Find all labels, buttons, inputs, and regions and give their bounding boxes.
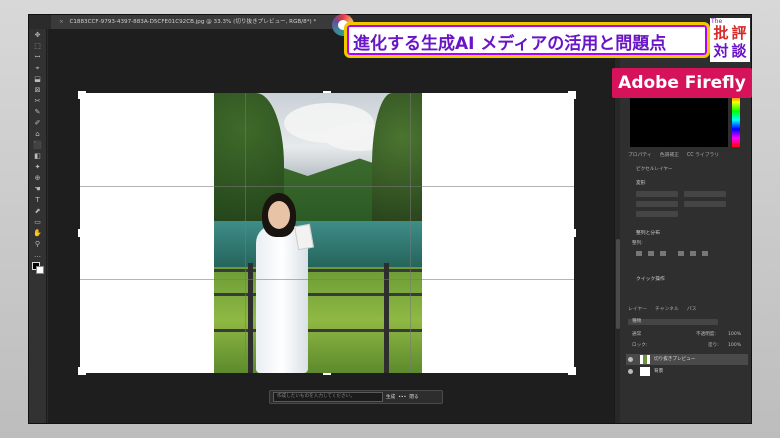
- corner-kanji: 談: [731, 42, 747, 60]
- person-face: [268, 201, 290, 229]
- layer-row[interactable]: 背景: [626, 366, 748, 377]
- fence-rail: [214, 329, 422, 332]
- history-brush-icon[interactable]: ⬛: [33, 141, 43, 149]
- object-select-tool-icon[interactable]: ⌖: [33, 64, 43, 72]
- height-field[interactable]: [636, 201, 678, 207]
- shape-tool-icon[interactable]: ▭: [33, 218, 43, 226]
- corner-kanji: 評: [731, 24, 747, 42]
- tab-layers[interactable]: レイヤー: [628, 305, 647, 315]
- align-left-icon[interactable]: [636, 251, 642, 256]
- pixel-layer-label: ピクセルレイヤー: [636, 167, 673, 172]
- align-distribute-header: 整列と分布: [636, 231, 660, 236]
- generate-button[interactable]: 生成: [386, 394, 395, 400]
- document-title: C1883CCF-9793-4397-883A-D5CFE01C92CB.jpg…: [69, 19, 317, 25]
- align-right-icon[interactable]: [660, 251, 666, 256]
- document-canvas[interactable]: [80, 93, 574, 373]
- opacity-label: 不透明度:: [696, 332, 716, 337]
- align-bottom-icon[interactable]: [702, 251, 708, 256]
- banner-title: 進化する生成AI メディアの活用と問題点: [353, 34, 667, 54]
- transform-header: 変形: [636, 181, 646, 186]
- brush-tool-icon[interactable]: ✐: [33, 119, 43, 127]
- tab-properties[interactable]: プロパティ: [628, 151, 652, 161]
- marquee-tool-icon[interactable]: ⬚: [33, 42, 43, 50]
- lock-label: ロック:: [632, 343, 648, 348]
- document-tab[interactable]: × C1883CCF-9793-4397-883A-D5CFE01C92CB.j…: [51, 15, 351, 29]
- frame-tool-icon[interactable]: ⊠: [33, 86, 43, 94]
- zoom-tool-icon[interactable]: ⚲: [33, 240, 43, 248]
- properties-tabs: プロパティ 色調補正 CC ライブラリ: [628, 151, 719, 161]
- generative-fill-bar: 作成したいものを入力してください。 生成 ••• 閉る: [269, 390, 443, 404]
- align-label: 整列:: [632, 241, 643, 246]
- hand-tool-icon[interactable]: ✋: [33, 229, 43, 237]
- layer-row[interactable]: 切り抜きプレビュー: [626, 354, 748, 365]
- align-top-icon[interactable]: [678, 251, 684, 256]
- hue-slider[interactable]: [732, 93, 740, 147]
- fence-rail: [214, 269, 422, 272]
- eraser-tool-icon[interactable]: ◧: [33, 152, 43, 160]
- fence-post: [384, 263, 389, 373]
- fill-value[interactable]: 100%: [728, 343, 741, 349]
- tab-paths[interactable]: パス: [687, 305, 697, 315]
- width-field[interactable]: [636, 191, 678, 197]
- close-prompt-button[interactable]: 閉る: [409, 394, 418, 400]
- dodge-tool-icon[interactable]: ☚: [33, 185, 43, 193]
- eyedropper-tool-icon[interactable]: ✂: [33, 97, 43, 105]
- color-picker-field[interactable]: [630, 93, 728, 147]
- y-field[interactable]: [684, 201, 726, 207]
- program-title-banner: 進化する生成AI メディアの活用と問題点: [344, 22, 710, 58]
- type-tool-icon[interactable]: T: [33, 196, 43, 204]
- align-middle-icon[interactable]: [690, 251, 696, 256]
- x-field[interactable]: [684, 191, 726, 197]
- path-select-tool-icon[interactable]: ⬈: [33, 207, 43, 215]
- fill-label: 塗り:: [708, 343, 719, 348]
- layer-thumbnail: [640, 355, 650, 364]
- layer-name: 背景: [654, 369, 664, 374]
- corner-kanji: 批: [713, 24, 729, 42]
- layer-thumbnail: [640, 367, 650, 376]
- program-corner-logo: The 批 評 対 談: [710, 18, 750, 62]
- crop-handle-right[interactable]: [574, 229, 576, 237]
- corner-kanji: 対: [713, 42, 729, 60]
- lake: [214, 221, 422, 267]
- healing-brush-icon[interactable]: ✎: [33, 108, 43, 116]
- align-center-icon[interactable]: [648, 251, 654, 256]
- grass: [214, 267, 422, 373]
- crop-tool-icon[interactable]: ⬓: [33, 75, 43, 83]
- close-icon[interactable]: ×: [59, 19, 64, 25]
- tab-cc-libraries[interactable]: CC ライブラリ: [687, 151, 719, 161]
- tab-channels[interactable]: チャンネル: [655, 305, 679, 315]
- fence-rail: [214, 293, 422, 296]
- more-options-button[interactable]: •••: [398, 395, 406, 400]
- background-color-swatch[interactable]: [35, 266, 44, 274]
- more-tools-icon[interactable]: …: [33, 251, 43, 259]
- lake-portrait-photo: [214, 93, 422, 373]
- layer-filter-field[interactable]: [628, 319, 718, 325]
- quick-actions-header: クイック操作: [636, 277, 665, 282]
- lasso-tool-icon[interactable]: ꟷ: [33, 53, 43, 61]
- angle-field[interactable]: [636, 211, 678, 217]
- visibility-eye-icon[interactable]: [628, 357, 633, 362]
- tools-bar: ✥ ⬚ ꟷ ⌖ ⬓ ⊠ ✂ ✎ ✐ ⌂ ⬛ ◧ ✦ ⊕ ☚ T ⬈ ▭ ✋ ⚲ …: [29, 29, 47, 423]
- crop-handle-bottom[interactable]: [323, 373, 331, 375]
- layers-tabs: レイヤー チャンネル パス: [628, 305, 697, 315]
- canvas-workspace[interactable]: 作成したいものを入力してください。 生成 ••• 閉る: [48, 29, 614, 423]
- gradient-tool-icon[interactable]: ✦: [33, 163, 43, 171]
- move-tool-icon[interactable]: ✥: [33, 31, 43, 39]
- visibility-eye-icon[interactable]: [628, 369, 633, 374]
- opacity-value[interactable]: 100%: [728, 332, 741, 338]
- blur-tool-icon[interactable]: ⊕: [33, 174, 43, 182]
- stamp-tool-icon[interactable]: ⌂: [33, 130, 43, 138]
- layer-name: 切り抜きプレビュー: [654, 357, 696, 362]
- blend-mode-select[interactable]: 通常: [632, 332, 641, 338]
- tab-adjustments[interactable]: 色調補正: [660, 151, 679, 161]
- fence-post: [248, 263, 253, 373]
- prompt-input[interactable]: 作成したいものを入力してください。: [273, 392, 383, 402]
- adobe-firefly-caption: Adobe Firefly: [612, 68, 752, 98]
- layer-filter-label: 種類: [632, 319, 642, 324]
- color-swatches[interactable]: [31, 262, 44, 274]
